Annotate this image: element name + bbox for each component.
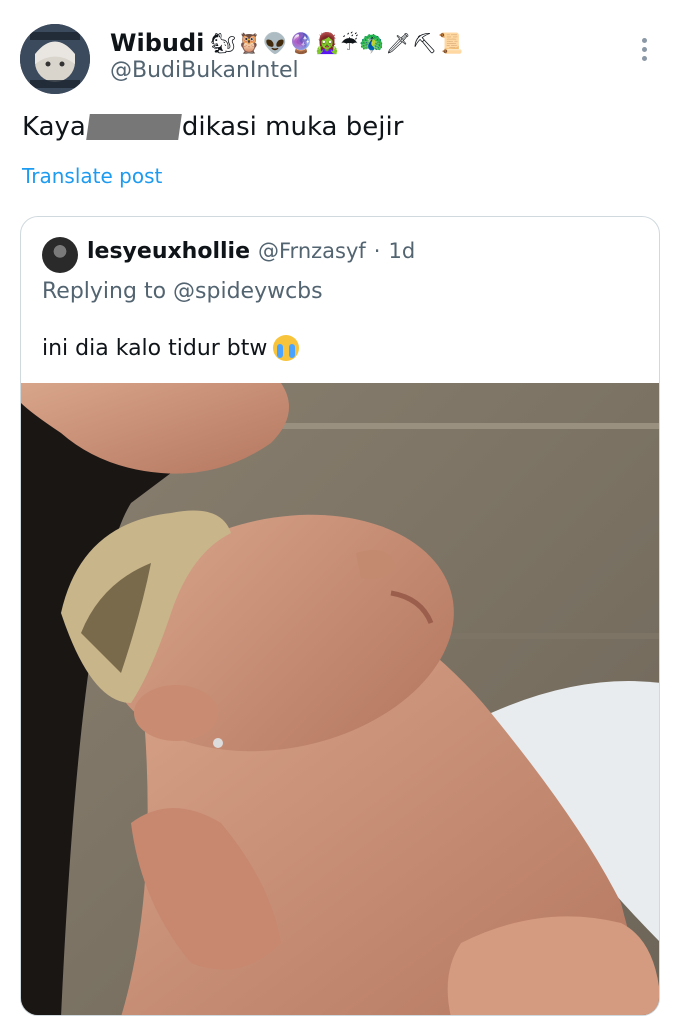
replying-mention[interactable]: @spideywcbs — [173, 279, 323, 304]
quoted-display-name[interactable]: lesyeuxhollie — [87, 239, 250, 264]
separator-dot: · — [373, 239, 381, 263]
author-emoji-flair: 🐿🦉👽🔮🧟‍♀️☔🦚🗡⛏📜 — [210, 31, 464, 55]
replying-prefix: Replying to — [42, 279, 174, 304]
quoted-media-image[interactable] — [21, 383, 659, 1015]
quoted-timestamp[interactable]: 1d — [388, 239, 415, 263]
quoted-tweet-header: lesyeuxhollie @Frnzasyf · 1d — [87, 239, 415, 264]
quoted-tweet-text: ini dia kalo tidur btw — [42, 335, 300, 361]
translate-post-link[interactable]: Translate post — [22, 164, 162, 188]
more-options-icon[interactable] — [632, 34, 656, 64]
author-handle[interactable]: @BudiBukanIntel — [110, 58, 299, 83]
tweet: Wibudi 🐿🦉👽🔮🧟‍♀️☔🦚🗡⛏📜 @BudiBukanIntel Kay… — [0, 0, 676, 1024]
post-text-after: dikasi muka bejir — [181, 112, 404, 142]
author-name-row: Wibudi 🐿🦉👽🔮🧟‍♀️☔🦚🗡⛏📜 — [110, 26, 464, 60]
quoted-handle[interactable]: @Frnzasyf — [258, 239, 366, 263]
photo-two-people — [21, 383, 659, 1015]
loudly-crying-face-icon — [273, 335, 300, 361]
post-text-before: Kaya — [22, 112, 86, 142]
anime-avatar-icon — [20, 24, 90, 94]
replying-to-line: Replying to @spideywcbs — [42, 279, 323, 304]
author-avatar[interactable] — [20, 24, 90, 94]
quoted-author-avatar[interactable] — [42, 237, 78, 273]
quoted-text: ini dia kalo tidur btw — [42, 335, 268, 361]
post-text: Kaya dikasi muka bejir — [22, 112, 403, 142]
censor-bar — [86, 114, 182, 140]
author-display-name[interactable]: Wibudi — [110, 29, 204, 57]
quoted-tweet[interactable]: lesyeuxhollie @Frnzasyf · 1d Replying to… — [20, 216, 660, 1016]
